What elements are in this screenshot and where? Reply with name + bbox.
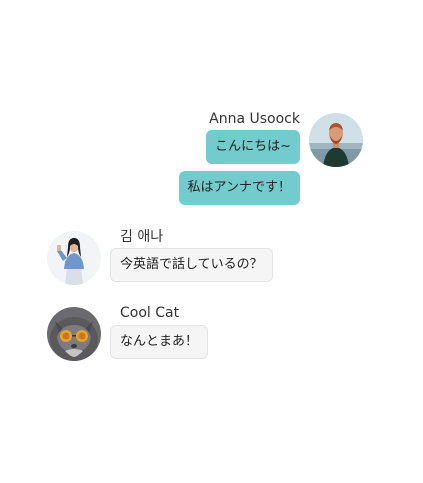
message-bubble[interactable]: 今英語で話しているの？ <box>110 248 273 282</box>
message-bubble[interactable]: なんとまあ！ <box>110 325 209 359</box>
avatar-photo-cat-icon <box>47 307 101 361</box>
avatar[interactable] <box>47 231 101 285</box>
message-bubble[interactable]: 私はアンナです！ <box>178 171 300 205</box>
avatar-photo-man-icon <box>309 113 363 167</box>
sender-name: Anna Usoock <box>209 111 300 127</box>
sender-name: Cool Cat <box>120 305 180 321</box>
chat-thread: Anna Usoock こんにちは~ 私はアンナです！ 김 애나 今英語で話して… <box>0 0 423 483</box>
sender-name: 김 애나 <box>120 229 164 245</box>
avatar[interactable] <box>47 307 101 361</box>
avatar-photo-woman-icon <box>47 231 101 285</box>
message-bubble[interactable]: こんにちは~ <box>206 130 300 164</box>
avatar[interactable] <box>309 113 363 167</box>
